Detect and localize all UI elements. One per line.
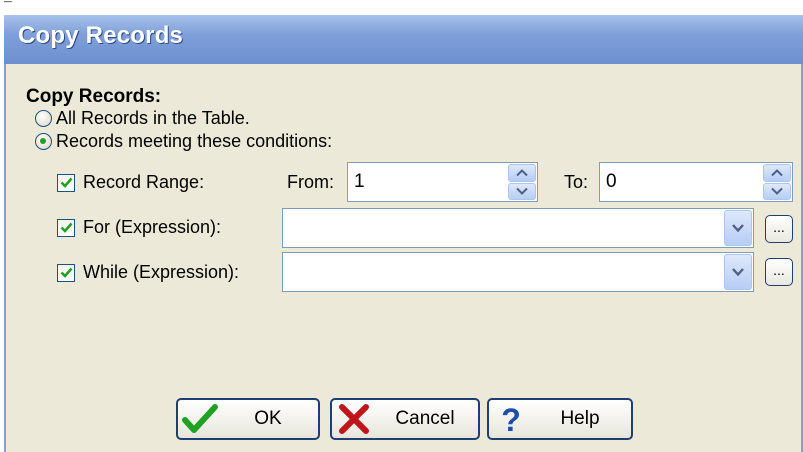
chevron-down-icon [771,188,783,196]
copy-records-dialog: ¯ Copy Records Copy Records: All Records… [0,0,803,452]
to-spin-up-button[interactable] [763,164,791,182]
while-expression-combo[interactable] [282,252,754,292]
dialog-title: Copy Records [18,22,184,49]
from-spin-down-button[interactable] [508,182,536,200]
ok-button[interactable]: OK [176,398,320,440]
to-spin-down-button[interactable] [763,182,791,200]
while-expression-builder-button[interactable]: ... [765,258,793,286]
while-expression-label: While (Expression): [83,262,240,282]
radio-records-meeting-conditions[interactable]: Records meeting these conditions: [35,131,332,152]
chevron-down-icon [516,188,528,196]
chevron-up-icon [516,168,528,176]
chevron-down-icon [732,224,744,233]
while-expression-dropdown-button[interactable] [724,254,752,290]
record-range-checkbox[interactable] [57,173,75,192]
record-range-label: Record Range: [83,172,205,192]
to-spinner[interactable]: 0 [599,162,793,202]
chevron-down-icon [732,268,744,277]
for-expression-dropdown-button[interactable] [724,210,752,246]
while-expression-checkbox[interactable] [57,263,75,282]
question-mark-icon: ? [493,403,529,435]
chevron-up-icon [771,168,783,176]
help-button[interactable]: ? Help [487,398,633,440]
from-label: From: [287,172,334,192]
from-spinner[interactable]: 1 [347,162,538,202]
for-expression-option[interactable]: For (Expression): [57,217,221,238]
to-label: To: [564,172,589,192]
radio-all-records[interactable]: All Records in the Table. [35,108,250,129]
from-value: 1 [354,171,365,192]
copy-records-label: Copy Records: [26,86,162,107]
while-expression-option[interactable]: While (Expression): [57,262,239,283]
to-value: 0 [606,171,617,192]
for-expression-builder-button[interactable]: ... [765,215,793,243]
for-expression-checkbox[interactable] [57,218,75,237]
for-expression-label: For (Expression): [83,217,222,237]
help-button-label: Help [560,408,600,429]
svg-text:?: ? [501,403,521,435]
radio-records-meeting-button[interactable] [35,133,52,150]
record-range-option[interactable]: Record Range: [57,172,204,193]
checkmark-icon [182,403,218,435]
radio-all-records-button[interactable] [35,110,52,127]
radio-records-meeting-label: Records meeting these conditions: [56,131,333,151]
cancel-button-label: Cancel [395,408,455,429]
title-bar[interactable]: Copy Records [4,15,803,64]
checkmark-icon [60,177,72,188]
checkmark-icon [60,222,72,233]
cancel-x-icon [336,403,372,435]
checkmark-icon [60,267,72,278]
tick-mark: ¯ [4,0,12,15]
radio-all-records-label: All Records in the Table. [56,108,250,128]
ok-button-label: OK [254,408,282,429]
cancel-button[interactable]: Cancel [330,398,480,440]
from-spin-up-button[interactable] [508,164,536,182]
for-expression-combo[interactable] [282,208,754,248]
